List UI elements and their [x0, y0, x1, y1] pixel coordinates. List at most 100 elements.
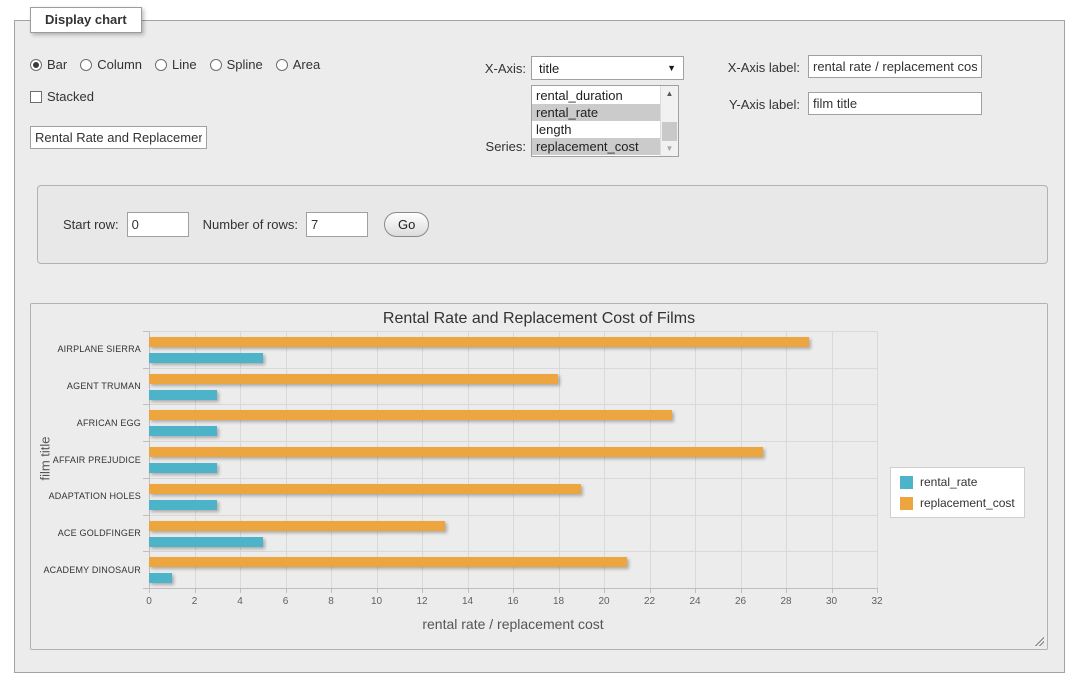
x-tick-label: 4	[225, 596, 255, 607]
start-row-input[interactable]	[127, 212, 189, 237]
legend-item-rental_rate[interactable]: rental_rate	[900, 475, 1015, 489]
x-tick-label: 24	[680, 596, 710, 607]
x-tick-label: 2	[180, 596, 210, 607]
bar-rental_rate[interactable]	[149, 573, 172, 583]
series-option-rental_duration[interactable]: rental_duration	[532, 87, 660, 104]
bar-rental_rate[interactable]	[149, 463, 217, 473]
gridline-vertical	[695, 331, 696, 588]
bar-rental_rate[interactable]	[149, 500, 217, 510]
radio-circle[interactable]	[276, 59, 288, 71]
radio-spline[interactable]: Spline	[210, 57, 263, 72]
category-label: AFFAIR PREJUDICE	[35, 455, 141, 465]
scroll-down-arrow-icon[interactable]: ▼	[661, 141, 678, 156]
x-axis-label-input[interactable]	[808, 55, 982, 78]
gridline-vertical	[422, 331, 423, 588]
x-tick-label: 12	[407, 596, 437, 607]
x-axis-select-label: X-Axis:	[455, 61, 526, 76]
x-tick-label: 0	[134, 596, 164, 607]
series-option-length[interactable]: length	[532, 121, 660, 138]
x-axis-title: rental rate / replacement cost	[149, 616, 877, 632]
radio-label: Area	[293, 57, 320, 72]
stacked-checkbox-item[interactable]: Stacked	[30, 89, 94, 104]
start-row-label: Start row:	[63, 217, 119, 232]
chart-legend: rental_rate replacement_cost	[890, 467, 1025, 518]
bar-rental_rate[interactable]	[149, 426, 217, 436]
bar-replacement_cost[interactable]	[149, 337, 809, 347]
gridline-vertical	[741, 331, 742, 588]
category-label: ACE GOLDFINGER	[35, 528, 141, 538]
x-axis-selected-value: title	[539, 61, 559, 76]
series-option-replacement_cost[interactable]: replacement_cost	[532, 138, 660, 155]
stacked-checkbox[interactable]	[30, 91, 42, 103]
series-listbox-label: Series:	[455, 139, 526, 154]
gridline-vertical	[877, 331, 878, 588]
x-tick-label: 16	[498, 596, 528, 607]
radio-column[interactable]: Column	[80, 57, 142, 72]
gridline-vertical	[650, 331, 651, 588]
bar-replacement_cost[interactable]	[149, 521, 445, 531]
bar-rental_rate[interactable]	[149, 390, 217, 400]
series-listbox[interactable]: rental_durationrental_ratelengthreplacem…	[531, 85, 679, 157]
radio-line[interactable]: Line	[155, 57, 197, 72]
radio-bar[interactable]: Bar	[30, 57, 67, 72]
radio-area[interactable]: Area	[276, 57, 320, 72]
row-range-controls: Start row: Number of rows: Go	[63, 212, 429, 237]
x-axis-tick	[877, 588, 878, 593]
x-tick-label: 6	[271, 596, 301, 607]
legend-label: rental_rate	[920, 475, 977, 489]
y-axis-line	[149, 331, 150, 588]
category-label: AIRPLANE SIERRA	[35, 344, 141, 354]
y-axis-label-label: Y-Axis label:	[705, 97, 800, 112]
chart-panel: Rental Rate and Replacement Cost of Film…	[30, 303, 1048, 650]
category-label: AFRICAN EGG	[35, 418, 141, 428]
x-axis-line	[149, 588, 877, 589]
scrollbar-thumb[interactable]	[662, 122, 677, 141]
x-tick-label: 28	[771, 596, 801, 607]
resize-handle-icon[interactable]	[1033, 635, 1044, 646]
scroll-up-arrow-icon[interactable]: ▲	[661, 86, 678, 101]
legend-item-replacement_cost[interactable]: replacement_cost	[900, 496, 1015, 510]
radio-circle[interactable]	[155, 59, 167, 71]
bar-replacement_cost[interactable]	[149, 410, 672, 420]
radio-circle[interactable]	[80, 59, 92, 71]
x-axis-select[interactable]: title ▼	[531, 56, 684, 80]
bar-replacement_cost[interactable]	[149, 374, 558, 384]
x-tick-label: 26	[726, 596, 756, 607]
series-listbox-options: rental_durationrental_ratelengthreplacem…	[532, 86, 660, 156]
gridline-vertical	[286, 331, 287, 588]
bar-replacement_cost[interactable]	[149, 447, 763, 457]
bar-rental_rate[interactable]	[149, 537, 263, 547]
radio-circle[interactable]	[30, 59, 42, 71]
gridline-vertical	[604, 331, 605, 588]
bar-replacement_cost[interactable]	[149, 484, 581, 494]
go-button[interactable]: Go	[384, 212, 429, 237]
chart-type-radio-group: Bar Column Line Spline Area	[30, 57, 320, 72]
x-tick-label: 14	[453, 596, 483, 607]
bar-replacement_cost[interactable]	[149, 557, 627, 567]
y-axis-label-input[interactable]	[808, 92, 982, 115]
category-label: ADAPTATION HOLES	[35, 491, 141, 501]
gridline-vertical	[832, 331, 833, 588]
radio-label: Spline	[227, 57, 263, 72]
radio-label: Column	[97, 57, 142, 72]
series-option-rental_rate[interactable]: rental_rate	[532, 104, 660, 121]
radio-circle[interactable]	[210, 59, 222, 71]
category-label: AGENT TRUMAN	[35, 381, 141, 391]
legend-swatch	[900, 476, 913, 489]
chart-legend-items: rental_rate replacement_cost	[900, 475, 1015, 510]
x-tick-label: 30	[817, 596, 847, 607]
gridline-vertical	[559, 331, 560, 588]
x-tick-label: 18	[544, 596, 574, 607]
category-label: ACADEMY DINOSAUR	[35, 565, 141, 575]
gridline-vertical	[468, 331, 469, 588]
number-of-rows-label: Number of rows:	[203, 217, 298, 232]
chart-title: Rental Rate and Replacement Cost of Film…	[31, 310, 1047, 328]
series-listbox-scrollbar[interactable]: ▲ ▼	[660, 86, 678, 156]
chart-title-input[interactable]	[30, 126, 207, 149]
number-of-rows-input[interactable]	[306, 212, 368, 237]
x-tick-label: 8	[316, 596, 346, 607]
x-tick-label: 10	[362, 596, 392, 607]
bar-rental_rate[interactable]	[149, 353, 263, 363]
x-axis-label-label: X-Axis label:	[705, 60, 800, 75]
x-tick-label: 20	[589, 596, 619, 607]
